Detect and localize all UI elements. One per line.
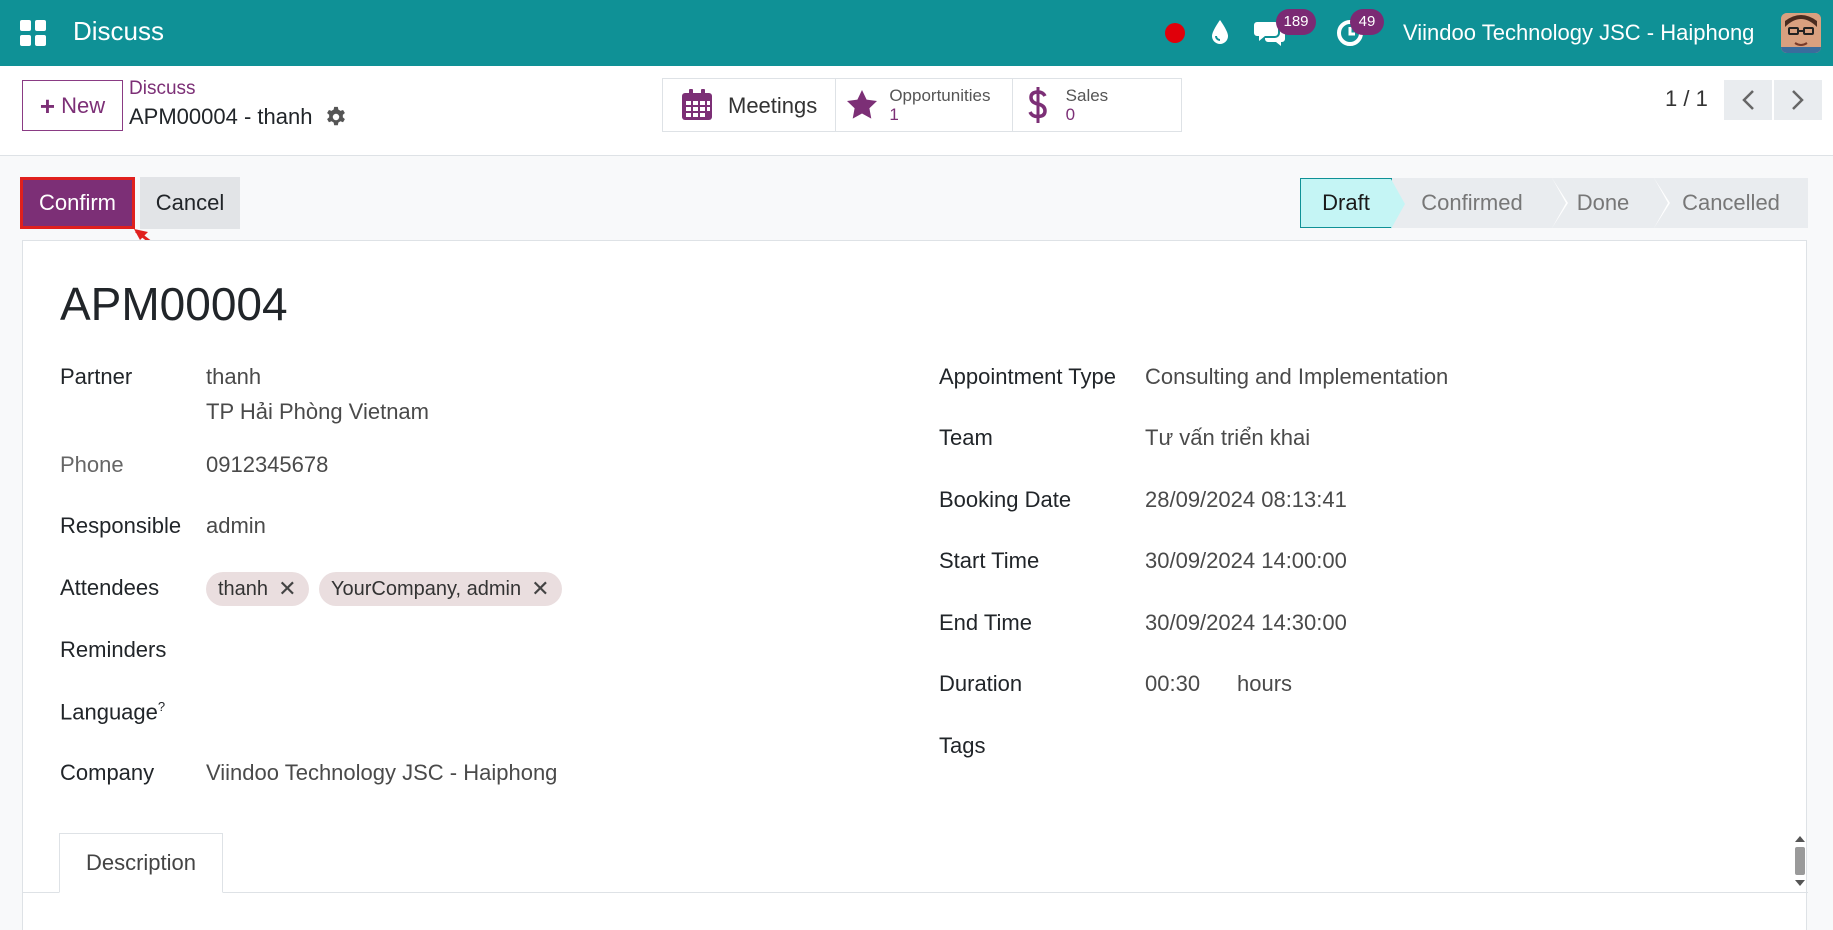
stage-draft[interactable]: Draft [1300, 178, 1405, 229]
company-label: Company [60, 760, 155, 785]
appointment-type-label: Appointment Type [939, 364, 1116, 389]
tags-label: Tags [939, 733, 986, 758]
record-title: APM00004 [60, 278, 288, 330]
stage-cancelled-label: Cancelled [1682, 190, 1780, 215]
apps-menu-icon[interactable] [20, 20, 46, 46]
new-button-label: New [61, 92, 106, 118]
confirm-button[interactable]: Confirm [20, 177, 135, 229]
gear-icon[interactable] [325, 106, 347, 128]
tab-divider [23, 892, 1808, 893]
pager-previous-button[interactable] [1724, 80, 1772, 120]
start-time-field[interactable]: 30/09/2024 14:00:00 [1145, 548, 1347, 574]
booking-date-field[interactable]: 28/09/2024 08:13:41 [1145, 487, 1347, 513]
appointment-type-field[interactable]: Consulting and Implementation [1145, 364, 1448, 390]
app-title[interactable]: Discuss [73, 16, 164, 47]
attendees-label: Attendees [60, 575, 160, 600]
attendee-tag-label: thanh [218, 577, 269, 600]
end-time-field[interactable]: 30/09/2024 14:30:00 [1145, 610, 1347, 636]
attendee-tag[interactable]: thanh ✕ [206, 572, 309, 606]
breadcrumb-current: APM00004 - thanh [129, 104, 313, 129]
chat-count-badge: 189 [1276, 9, 1316, 35]
tab-description[interactable]: Description [59, 833, 223, 893]
stage-confirmed[interactable]: Confirmed [1392, 178, 1568, 228]
form-sheet: APM00004 Partner thanh TP Hải Phòng Viet… [22, 240, 1808, 930]
meetings-label: Meetings [728, 93, 818, 118]
opportunities-count: 1 [889, 105, 899, 124]
opportunities-label: Opportunities [889, 86, 991, 105]
new-button[interactable]: + New [22, 80, 123, 131]
user-avatar[interactable] [1781, 13, 1821, 53]
chevron-right-icon [1792, 90, 1804, 110]
language-label: Language? [60, 699, 165, 725]
pager-next-button[interactable] [1774, 80, 1822, 120]
record-indicator-icon[interactable] [1165, 23, 1185, 43]
duration-field[interactable]: 00:30 [1145, 671, 1200, 697]
phone-field[interactable]: 0912345678 [206, 452, 328, 478]
company-switcher[interactable]: Viindoo Technology JSC - Haiphong [1403, 20, 1754, 46]
stage-confirmed-label: Confirmed [1421, 190, 1523, 215]
cancel-button[interactable]: Cancel [140, 177, 240, 229]
reminders-label: Reminders [60, 637, 167, 662]
top-navbar: Discuss 189 49 Viindoo Technology JSC - … [0, 0, 1833, 66]
star-icon [847, 90, 878, 119]
responsible-label: Responsible [60, 513, 182, 538]
attendee-tag-label: YourCompany, admin [331, 577, 522, 600]
help-tooltip-icon[interactable]: ? [158, 699, 165, 714]
team-field[interactable]: Tư vấn triển khai [1145, 425, 1310, 451]
attendee-tag[interactable]: YourCompany, admin ✕ [319, 572, 562, 606]
stage-cancelled[interactable]: Cancelled [1654, 178, 1808, 228]
plus-icon: + [39, 90, 56, 121]
smart-buttons: Meetings Opportunities 1 Sales 0 [662, 78, 1182, 132]
sales-count: 0 [1065, 105, 1076, 124]
status-bar: Draft Confirmed Done Cancelled [1300, 178, 1808, 229]
meetings-smart-button[interactable]: Meetings [663, 79, 837, 131]
partner-label: Partner [60, 364, 133, 389]
stage-draft-label: Draft [1322, 190, 1370, 215]
stage-separator [1391, 179, 1405, 229]
opportunities-smart-button[interactable]: Opportunities 1 [836, 79, 1013, 131]
start-time-label: Start Time [939, 548, 1040, 573]
partner-name[interactable]: thanh [206, 364, 261, 390]
activity-count-badge: 49 [1350, 9, 1384, 35]
avatar-icon [1781, 13, 1821, 53]
responsible-field[interactable]: admin [206, 513, 266, 539]
phone-label: Phone [60, 452, 124, 477]
drop-icon[interactable] [1208, 18, 1232, 46]
remove-tag-icon[interactable]: ✕ [278, 576, 296, 602]
end-time-label: End Time [939, 610, 1032, 635]
duration-label: Duration [939, 671, 1023, 696]
language-label-text: Language [60, 699, 158, 725]
stage-done-label: Done [1576, 190, 1630, 215]
booking-date-label: Booking Date [939, 487, 1072, 512]
dollar-icon [1028, 87, 1047, 123]
calendar-icon [682, 89, 712, 120]
duration-unit: hours [1237, 671, 1293, 696]
company-field[interactable]: Viindoo Technology JSC - Haiphong [206, 760, 557, 786]
remove-tag-icon[interactable]: ✕ [531, 576, 549, 602]
scroll-up-arrow-icon[interactable] [1795, 836, 1805, 842]
chevron-left-icon [1742, 90, 1754, 110]
sales-smart-button[interactable]: Sales 0 [1013, 79, 1181, 131]
sales-label: Sales [1065, 86, 1109, 105]
scroll-down-arrow-icon[interactable] [1795, 880, 1805, 886]
partner-address: TP Hải Phòng Vietnam [206, 399, 429, 424]
stage-separator [1654, 178, 1668, 228]
pager-value[interactable]: 1 / 1 [1665, 86, 1708, 112]
stage-separator [1552, 178, 1566, 228]
control-panel: + New Discuss APM00004 - thanh Meetings [0, 66, 1833, 156]
team-label: Team [939, 425, 993, 450]
breadcrumb-parent-link[interactable]: Discuss [129, 78, 196, 100]
scrollbar-thumb[interactable] [1795, 847, 1805, 875]
